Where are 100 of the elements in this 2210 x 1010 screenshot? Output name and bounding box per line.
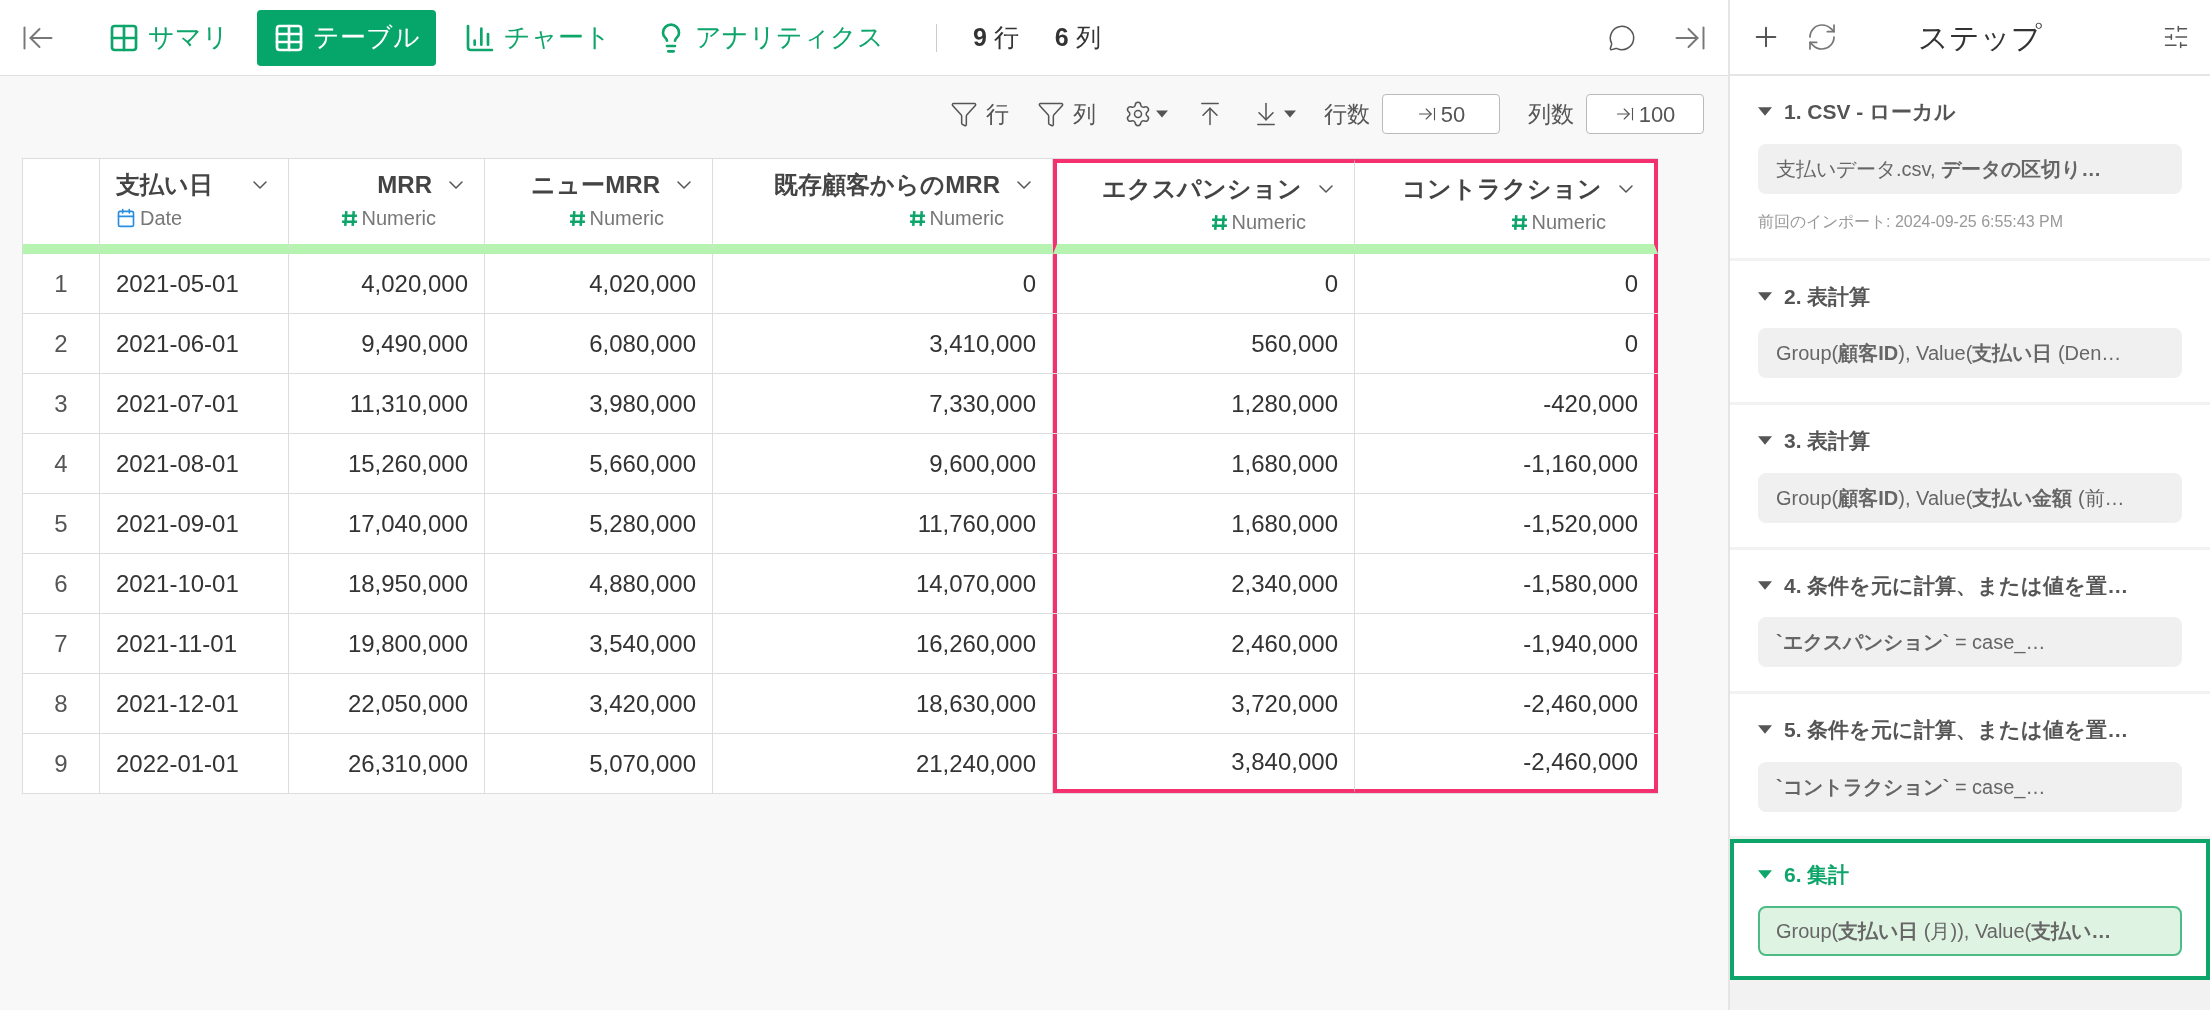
caret-icon[interactable] bbox=[1758, 725, 1772, 735]
step-card[interactable]: 2. 表計算 Group(顧客ID), Value(支払い日 (Den… bbox=[1730, 260, 2210, 402]
table-cell: 2021-07-01 bbox=[100, 374, 289, 433]
table-cell: 3,540,000 bbox=[485, 614, 713, 673]
step-summary[interactable]: 支払いデータ.csv, データの区切り… bbox=[1758, 143, 2182, 194]
table-cell: -2,460,000 bbox=[1355, 734, 1658, 793]
table-cell: 7,330,000 bbox=[713, 374, 1053, 433]
caret-icon[interactable] bbox=[1758, 291, 1772, 301]
caret-icon[interactable] bbox=[1758, 436, 1772, 446]
column-type: Numeric bbox=[589, 206, 664, 231]
column-type: Numeric bbox=[1231, 210, 1306, 235]
columns-input[interactable]: 100 bbox=[1586, 94, 1704, 134]
step-title: 5. 条件を元に計算、または値を置… bbox=[1784, 717, 2129, 743]
table-cell: 2021-06-01 bbox=[100, 314, 289, 373]
column-name: 支払い日 bbox=[116, 170, 213, 200]
row-number: 5 bbox=[22, 494, 100, 553]
hash-icon bbox=[340, 209, 358, 227]
table-cell: 4,020,000 bbox=[289, 254, 485, 313]
table-cell: 3,980,000 bbox=[485, 374, 713, 433]
columns-label: 列数 bbox=[1528, 99, 1574, 129]
step-card[interactable]: 1. CSV - ローカル 支払いデータ.csv, データの区切り… 前回のインポート: 2024-09-25 6:55:43 PM bbox=[1730, 76, 2210, 258]
row-number: 9 bbox=[22, 734, 100, 793]
step-title: 2. 表計算 bbox=[1784, 283, 1871, 310]
comment-icon[interactable] bbox=[1608, 23, 1636, 52]
column-type: Numeric bbox=[929, 206, 1004, 231]
calendar-icon bbox=[116, 208, 136, 228]
table-cell: 16,260,000 bbox=[713, 614, 1053, 673]
row-number: 3 bbox=[22, 374, 100, 433]
table-cell: 21,240,000 bbox=[713, 734, 1053, 793]
table-cell: 3,410,000 bbox=[713, 314, 1053, 373]
step-card[interactable]: 3. 表計算 Group(顧客ID), Value(支払い金額 (前… bbox=[1730, 405, 2210, 547]
caret-icon[interactable] bbox=[1758, 580, 1772, 590]
row-filter-button[interactable]: 行 bbox=[950, 96, 1009, 132]
count-label: 6 列 bbox=[1054, 21, 1101, 53]
table-cell: 2021-12-01 bbox=[100, 674, 289, 733]
table-cell: 5,280,000 bbox=[485, 494, 713, 553]
settings-icon bbox=[1124, 100, 1152, 128]
step-summary[interactable]: `エクスパンション` = case_… bbox=[1758, 617, 2182, 667]
table-cell: 0 bbox=[713, 254, 1053, 313]
caret-icon[interactable] bbox=[1284, 110, 1296, 118]
column-type: Date bbox=[140, 206, 183, 231]
row-number: 7 bbox=[22, 614, 100, 673]
column-name: ニューMRR bbox=[531, 170, 660, 200]
table-cell: 2022-01-01 bbox=[100, 734, 289, 793]
row-number: 1 bbox=[22, 254, 100, 313]
caret-icon[interactable] bbox=[1156, 110, 1168, 118]
step-title: 1. CSV - ローカル bbox=[1784, 99, 1957, 125]
step-card[interactable]: 6. 集計 Group(支払い日 (月)), Value(支払い… bbox=[1730, 838, 2210, 980]
refresh-icon[interactable] bbox=[1806, 21, 1838, 53]
column-filter-button[interactable]: 列 bbox=[1037, 96, 1096, 132]
count-label: 9 行 bbox=[973, 21, 1019, 53]
table-cell: 6,080,000 bbox=[485, 314, 713, 373]
step-title: 4. 条件を元に計算、または値を置… bbox=[1784, 572, 2129, 599]
table-cell: 2021-05-01 bbox=[100, 254, 289, 313]
step-title: 3. 表計算 bbox=[1784, 428, 1871, 454]
hash-icon bbox=[908, 209, 926, 227]
table-cell: 5,070,000 bbox=[485, 734, 713, 793]
table-cell: 2021-11-01 bbox=[100, 614, 289, 673]
table-cell: 2021-10-01 bbox=[100, 554, 289, 613]
table-cell: 26,310,000 bbox=[289, 734, 485, 793]
rows-input[interactable]: 50 bbox=[1382, 94, 1500, 134]
hash-icon bbox=[568, 209, 586, 227]
caret-icon[interactable] bbox=[1758, 107, 1772, 117]
step-summary[interactable]: Group(顧客ID), Value(支払い金額 (前… bbox=[1758, 472, 2182, 523]
row-number: 8 bbox=[22, 674, 100, 733]
rows-value: 50 bbox=[1440, 100, 1466, 129]
panel-title: ステップ bbox=[1918, 19, 2042, 56]
settings-icon[interactable] bbox=[2162, 23, 2190, 51]
step-card[interactable]: 4. 条件を元に計算、または値を置… `エクスパンション` = case_… bbox=[1730, 549, 2210, 691]
hash-icon bbox=[1510, 213, 1528, 231]
table-cell: 4,880,000 bbox=[485, 554, 713, 613]
table-cell: 5,660,000 bbox=[485, 434, 713, 493]
column-name: エクスパンション bbox=[1102, 174, 1302, 204]
column-name: 既存顧客からのMRR bbox=[774, 170, 1000, 200]
columns-value: 100 bbox=[1638, 100, 1676, 129]
table-cell: 9,490,000 bbox=[289, 314, 485, 373]
filter-icon bbox=[950, 100, 978, 128]
table-cell: 17,040,000 bbox=[289, 494, 485, 553]
table-cell: 3,840,000 bbox=[1053, 734, 1355, 793]
row-number: 6 bbox=[22, 554, 100, 613]
step-summary[interactable]: `コントラクション` = case_… bbox=[1758, 761, 2182, 812]
table-cell: 3,420,000 bbox=[485, 674, 713, 733]
step-summary[interactable]: Group(支払い日 (月)), Value(支払い… bbox=[1758, 906, 2182, 956]
step-title: 6. 集計 bbox=[1784, 861, 1850, 888]
table-cell: 19,800,000 bbox=[289, 614, 485, 673]
row-number: 4 bbox=[22, 434, 100, 493]
table-cell: 2021-08-01 bbox=[100, 434, 289, 493]
table-cell: 15,260,000 bbox=[289, 434, 485, 493]
table-cell: 11,760,000 bbox=[713, 494, 1053, 553]
filter-icon bbox=[1037, 100, 1065, 128]
table-cell: 4,020,000 bbox=[485, 254, 713, 313]
column-name: MRR bbox=[377, 170, 432, 200]
step-card[interactable]: 5. 条件を元に計算、または値を置… `コントラクション` = case_… bbox=[1730, 694, 2210, 836]
import-note: 前回のインポート: 2024-09-25 6:55:43 PM bbox=[1758, 211, 2064, 232]
table-cell: 9,600,000 bbox=[713, 434, 1053, 493]
table-cell: 14,070,000 bbox=[713, 554, 1053, 613]
caret-icon[interactable] bbox=[1758, 869, 1772, 879]
settings-dropdown[interactable] bbox=[1124, 100, 1168, 128]
rows-label: 行数 bbox=[1324, 99, 1370, 129]
step-summary[interactable]: Group(顧客ID), Value(支払い日 (Den… bbox=[1758, 328, 2182, 378]
